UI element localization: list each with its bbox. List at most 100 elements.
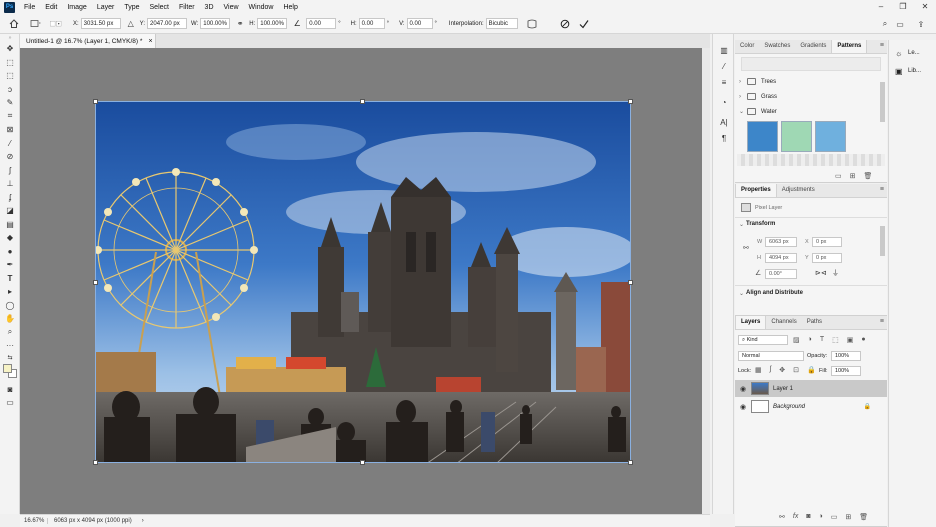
document-tab[interactable]: Untitled-1 @ 16.7% (Layer 1, CMYK/8) * × bbox=[20, 34, 156, 48]
angle-input[interactable]: 0.00° bbox=[765, 269, 797, 279]
history-brush-tool-icon[interactable]: ʄ bbox=[0, 191, 20, 205]
transform-handle-right[interactable] bbox=[628, 280, 633, 285]
pattern-group-grass[interactable]: › Grass bbox=[735, 89, 887, 104]
brush-tool-icon[interactable]: ʃ bbox=[0, 164, 20, 178]
trash-icon[interactable]: 🗑 bbox=[859, 513, 868, 521]
close-document-icon[interactable]: × bbox=[148, 38, 152, 45]
hand-tool-icon[interactable]: ✋ bbox=[0, 312, 20, 326]
blend-mode-select[interactable]: Normal bbox=[738, 351, 804, 361]
eraser-tool-icon[interactable]: ◪ bbox=[0, 204, 20, 218]
clone-stamp-tool-icon[interactable]: ⊥ bbox=[0, 177, 20, 191]
transform-handle-bottom[interactable] bbox=[360, 460, 365, 465]
menu-layer[interactable]: Layer bbox=[92, 4, 120, 11]
menu-type[interactable]: Type bbox=[119, 4, 144, 11]
character-icon[interactable]: A| bbox=[713, 114, 735, 130]
flip-vertical-icon[interactable]: ⏚ bbox=[832, 268, 839, 278]
lock-transparent-icon[interactable]: ▦ bbox=[755, 366, 762, 374]
crop-tool-icon[interactable]: ⌗ bbox=[0, 110, 20, 124]
gradient-tool-icon[interactable]: ▤ bbox=[0, 218, 20, 232]
status-arrow-icon[interactable]: › bbox=[142, 518, 144, 524]
pattern-group-water[interactable]: ⌄ Water bbox=[735, 104, 887, 119]
adjustment-icon[interactable]: ◑ bbox=[819, 513, 823, 521]
lock-position-icon[interactable]: ✥ bbox=[779, 366, 785, 374]
filter-pixel-icon[interactable]: ▨ bbox=[793, 336, 800, 344]
transform-handle-top-right[interactable] bbox=[628, 99, 633, 104]
paragraph-icon[interactable]: ¶ bbox=[713, 130, 735, 146]
lock-all-icon[interactable]: 🔒 bbox=[807, 366, 816, 374]
home-icon[interactable] bbox=[8, 18, 20, 30]
angle-input[interactable]: 0.00 bbox=[306, 18, 337, 29]
properties-scrollbar[interactable] bbox=[880, 226, 885, 256]
panel-menu-icon[interactable]: ≡ bbox=[880, 186, 884, 193]
tab-color[interactable]: Color bbox=[735, 40, 759, 53]
fill-input[interactable]: 100% bbox=[831, 366, 861, 376]
toolbar-collapse-icon[interactable]: » bbox=[0, 34, 20, 42]
h-input[interactable]: 100.00% bbox=[257, 18, 288, 29]
timeline-icon[interactable]: ◔ bbox=[713, 94, 735, 110]
foreground-color-swatch[interactable] bbox=[3, 363, 12, 373]
interpolation-select[interactable]: Bicubic bbox=[485, 18, 518, 29]
document-info[interactable]: 6063 px x 4094 px (1000 ppi) bbox=[48, 518, 132, 524]
tab-adjustments[interactable]: Adjustments bbox=[777, 184, 820, 197]
fx-icon[interactable]: fx bbox=[793, 513, 798, 521]
patterns-search[interactable] bbox=[741, 57, 881, 71]
transform-preset-icon[interactable] bbox=[29, 18, 41, 30]
minimize-button[interactable]: – bbox=[870, 0, 892, 14]
type-tool-icon[interactable]: T bbox=[0, 272, 20, 286]
tab-channels[interactable]: Channels bbox=[766, 316, 801, 329]
lock-artboard-icon[interactable]: ⊡ bbox=[793, 366, 799, 374]
menu-view[interactable]: View bbox=[219, 4, 244, 11]
quick-select-tool-icon[interactable]: ✎ bbox=[0, 96, 20, 110]
flip-horizontal-icon[interactable]: ⊳⊲ bbox=[815, 269, 827, 277]
transform-handle-left[interactable] bbox=[93, 280, 98, 285]
menu-image[interactable]: Image bbox=[62, 4, 91, 11]
filter-type-icon[interactable]: T bbox=[820, 336, 824, 344]
transform-handle-bottom-right[interactable] bbox=[628, 460, 633, 465]
mask-icon[interactable]: ◙ bbox=[806, 513, 810, 521]
transform-handle-top-left[interactable] bbox=[93, 99, 98, 104]
zoom-tool-icon[interactable]: ⌕ bbox=[0, 326, 20, 340]
vskew-input[interactable]: 0.00 bbox=[406, 18, 433, 29]
filter-adjustment-icon[interactable]: ◑ bbox=[808, 336, 812, 344]
history-icon[interactable]: ▥ bbox=[713, 42, 735, 58]
x-input[interactable]: 3031.50 px bbox=[80, 18, 121, 29]
transform-section-title[interactable]: Transform bbox=[746, 221, 775, 227]
transform-handle-top[interactable] bbox=[360, 99, 365, 104]
pattern-swatch[interactable] bbox=[781, 121, 812, 152]
link-proportions-icon[interactable]: ⚭ bbox=[234, 18, 246, 30]
opacity-input[interactable]: 100% bbox=[831, 351, 861, 361]
learn-panel-button[interactable]: ☼ Le... bbox=[889, 44, 936, 62]
cancel-transform-icon[interactable] bbox=[559, 18, 571, 30]
menu-file[interactable]: File bbox=[19, 4, 40, 11]
menu-edit[interactable]: Edit bbox=[40, 4, 62, 11]
new-layer-icon[interactable]: ⊞ bbox=[845, 513, 851, 521]
screen-mode-icon[interactable]: ▭ bbox=[0, 396, 20, 410]
trash-icon[interactable]: 🗑 bbox=[864, 172, 873, 180]
w-input[interactable]: 100.00% bbox=[200, 18, 231, 29]
menu-filter[interactable]: Filter bbox=[174, 4, 200, 11]
pen-tool-icon[interactable]: ✒ bbox=[0, 258, 20, 272]
pattern-swatch[interactable] bbox=[815, 121, 846, 152]
path-select-tool-icon[interactable]: ▸ bbox=[0, 285, 20, 299]
reference-point-icon[interactable] bbox=[50, 18, 62, 30]
panel-menu-icon[interactable]: ≡ bbox=[880, 42, 884, 49]
lasso-tool-icon[interactable]: ↄ bbox=[0, 83, 20, 97]
y-input[interactable]: 2047.00 px bbox=[147, 18, 188, 29]
menu-select[interactable]: Select bbox=[145, 4, 174, 11]
tab-layers[interactable]: Layers bbox=[735, 316, 767, 329]
share-icon[interactable]: ⇪ bbox=[915, 18, 927, 30]
hskew-input[interactable]: 0.00 bbox=[358, 18, 385, 29]
link-icon[interactable]: ⚯ bbox=[779, 513, 785, 521]
panel-menu-icon[interactable]: ≡ bbox=[880, 318, 884, 325]
document-image[interactable] bbox=[95, 101, 631, 463]
healing-brush-tool-icon[interactable]: ⊘ bbox=[0, 150, 20, 164]
chevron-down-icon[interactable]: ⌄ bbox=[739, 290, 744, 297]
commit-transform-icon[interactable] bbox=[578, 18, 590, 30]
eyedropper-tool-icon[interactable]: ⁄ bbox=[0, 137, 20, 151]
layer-kind-filter[interactable]: ⌕ Kind bbox=[738, 335, 788, 345]
adjust-icon[interactable]: ≡ bbox=[713, 74, 735, 90]
tab-paths[interactable]: Paths bbox=[802, 316, 827, 329]
pattern-group-trees[interactable]: › Trees bbox=[735, 74, 887, 89]
zoom-level[interactable]: 16.67% bbox=[20, 518, 48, 524]
dodge-tool-icon[interactable]: ● bbox=[0, 245, 20, 259]
